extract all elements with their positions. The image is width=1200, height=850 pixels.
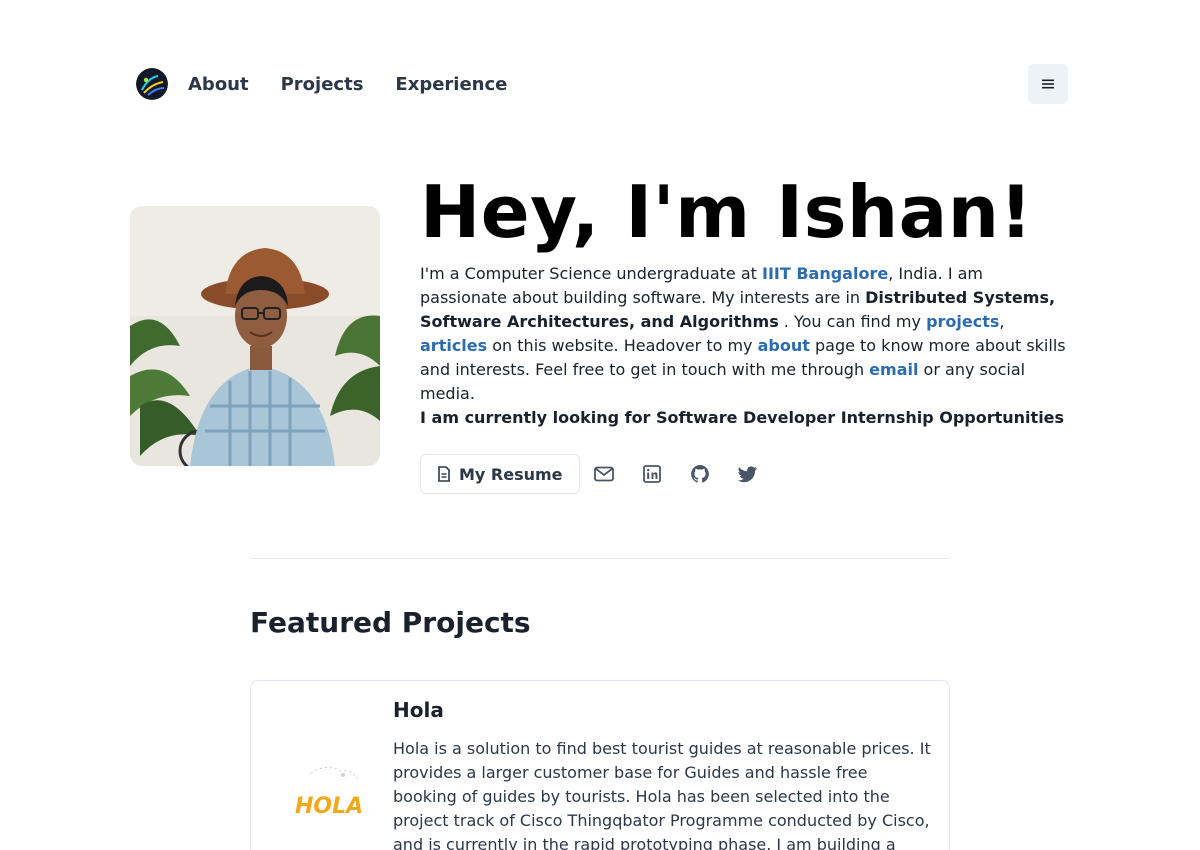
hamburger-icon <box>1042 79 1054 89</box>
linkedin-social-link[interactable] <box>628 454 676 494</box>
bio-text: , <box>999 312 1005 331</box>
twitter-icon <box>737 465 757 482</box>
link-iiit-bangalore[interactable]: IIIT Bangalore <box>762 264 888 283</box>
menu-button[interactable] <box>1028 64 1068 104</box>
nav-link-projects[interactable]: Projects <box>281 74 364 95</box>
project-title[interactable]: Hola <box>393 697 444 723</box>
link-about[interactable]: about <box>758 336 810 355</box>
avatar-logo[interactable] <box>136 68 168 100</box>
nav-link-experience[interactable]: Experience <box>395 74 507 95</box>
hola-logo: HOLA <box>271 761 371 831</box>
hola-logo-text: HOLA <box>295 794 363 819</box>
github-icon <box>690 465 709 483</box>
resume-button[interactable]: My Resume <box>420 454 580 494</box>
twitter-social-link[interactable] <box>724 454 772 494</box>
linkedin-icon <box>642 465 661 483</box>
project-card-hola[interactable]: HOLA Hola Hola is a solution to find bes… <box>250 680 950 850</box>
featured-projects-heading: Featured Projects <box>250 606 531 639</box>
hero-actions: My Resume <box>420 454 772 494</box>
resume-label: My Resume <box>459 464 563 484</box>
hero-section: Hey, I'm Ishan! I'm a Computer Science u… <box>420 170 1070 430</box>
link-articles[interactable]: articles <box>420 336 487 355</box>
page-title: Hey, I'm Ishan! <box>420 170 1033 254</box>
mail-icon <box>593 466 614 482</box>
profile-photo <box>130 206 380 466</box>
section-divider <box>250 558 950 559</box>
document-icon <box>438 466 450 482</box>
github-social-link[interactable] <box>676 454 724 494</box>
top-nav: About Projects Experience <box>136 64 1068 104</box>
project-description: Hola is a solution to find best tourist … <box>393 739 931 850</box>
bio-text: I'm a Computer Science undergraduate at <box>420 264 762 283</box>
bio-text: . You can find my <box>778 312 927 331</box>
bio-text: on this website. Headover to my <box>487 336 758 355</box>
bio-paragraph: I'm a Computer Science undergraduate at … <box>420 262 1070 406</box>
link-projects[interactable]: projects <box>926 312 999 331</box>
email-social-link[interactable] <box>580 454 628 494</box>
looking-for-text: I am currently looking for Software Deve… <box>420 408 1065 427</box>
link-email[interactable]: email <box>869 360 918 379</box>
nav-link-about[interactable]: About <box>188 74 249 95</box>
